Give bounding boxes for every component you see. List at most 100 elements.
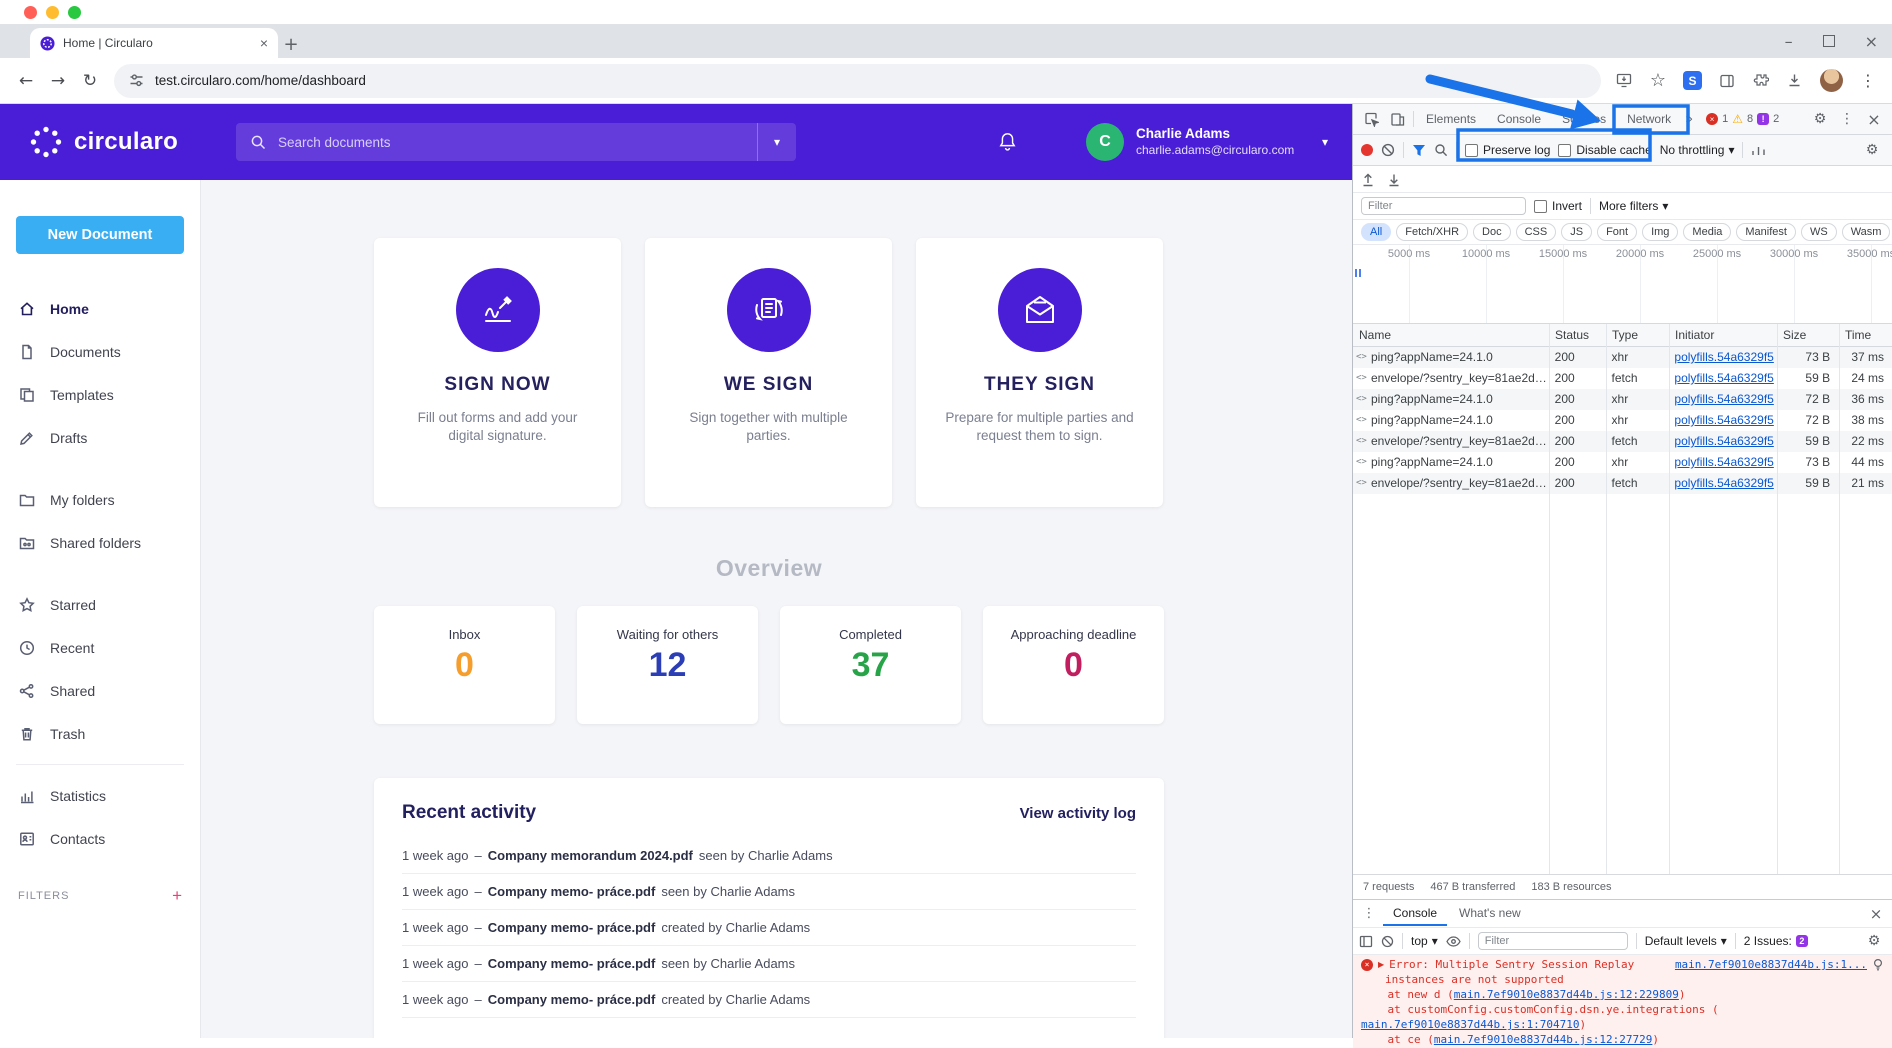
request-type-chip[interactable]: JS [1561,223,1592,241]
forward-icon[interactable]: → [42,71,74,91]
window-minimize-icon[interactable]: – [1785,32,1793,51]
sidebar-item-shared-folders[interactable]: Shared folders [0,521,200,564]
throttling-dropdown[interactable]: No throttling ▾ [1660,143,1735,157]
drawer-tab-console[interactable]: Console [1383,901,1447,926]
site-settings-icon[interactable] [128,72,145,89]
activity-row[interactable]: 1 week ago – Company memo- práce.pdf cre… [402,982,1136,1018]
error-source-link[interactable]: main.7ef9010e8837d44b.js:1... [1675,957,1867,972]
request-type-chip[interactable]: WS [1801,223,1837,241]
activity-row[interactable]: 1 week ago – Company memorandum 2024.pdf… [402,838,1136,874]
activity-row[interactable]: 1 week ago – Company memo- práce.pdf see… [402,874,1136,910]
preserve-log-checkbox-box[interactable] [1465,144,1478,157]
initiator-link[interactable]: polyfills.54a6329f5 [1674,476,1773,490]
sidebar-item-recent[interactable]: Recent [0,626,200,669]
devtools-settings-icon[interactable]: ⚙ [1808,107,1832,131]
network-overview-timeline[interactable]: 5000 ms10000 ms15000 ms20000 ms25000 ms3… [1353,245,1892,324]
sidebar-item-documents[interactable]: Documents [0,330,200,373]
more-tabs-icon[interactable]: » [1683,112,1695,127]
error-badge-icon[interactable]: × [1706,113,1718,125]
initiator-link[interactable]: polyfills.54a6329f5 [1674,350,1773,364]
disable-cache-checkbox[interactable]: Disable cache [1558,143,1651,157]
issues-counter[interactable]: 2 Issues: 2 [1744,934,1808,948]
initiator-link[interactable]: polyfills.54a6329f5 [1674,371,1773,385]
warning-badge-icon[interactable]: ⚠ [1732,112,1743,126]
devtools-tab-sources[interactable]: Sources [1553,104,1615,134]
column-type[interactable]: Type [1612,328,1638,342]
window-close-icon[interactable]: × [1865,32,1878,51]
stack-source-link[interactable]: main.7ef9010e8837d44b.js:12:27729 [1434,1033,1653,1046]
drawer-tab-whats-new[interactable]: What's new [1449,901,1531,926]
console-settings-icon[interactable]: ⚙ [1862,929,1886,953]
column-time[interactable]: Time [1845,328,1871,342]
network-settings-icon[interactable]: ⚙ [1860,138,1884,162]
initiator-link[interactable]: polyfills.54a6329f5 [1674,455,1773,469]
downloads-icon[interactable] [1786,72,1803,89]
network-search-icon[interactable] [1434,143,1448,157]
ai-hint-icon[interactable] [1872,958,1884,972]
request-type-chip[interactable]: Media [1683,223,1731,241]
stat-card[interactable]: Waiting for others 12 [577,606,758,724]
sidebar-item-templates[interactable]: Templates [0,373,200,416]
chip-all[interactable]: All [1361,223,1391,241]
request-type-chip[interactable]: Font [1597,223,1637,241]
tab-close-icon[interactable]: × [260,35,268,51]
console-filter-input[interactable] [1478,932,1628,950]
traffic-light-minimize[interactable] [46,6,59,19]
new-document-button[interactable]: New Document [16,216,184,254]
sign-now-card[interactable]: SIGN NOW Fill out forms and add your dig… [374,238,621,507]
install-icon[interactable] [1615,72,1633,89]
add-filter-icon[interactable]: + [172,886,182,906]
column-name[interactable]: Name [1359,328,1391,342]
extension-s-icon[interactable]: S [1683,71,1702,90]
stat-card[interactable]: Inbox 0 [374,606,555,724]
disable-cache-checkbox-box[interactable] [1558,144,1571,157]
bookmark-star-icon[interactable]: ☆ [1650,70,1666,91]
drawer-close-icon[interactable]: × [1864,902,1888,926]
preserve-log-checkbox[interactable]: Preserve log [1465,143,1550,157]
request-type-chip[interactable]: Wasm [1842,223,1891,241]
traffic-light-zoom[interactable] [68,6,81,19]
notifications-bell-icon[interactable] [996,130,1019,153]
stack-source-link[interactable]: main.7ef9010e8837d44b.js:1:704710 [1361,1018,1580,1031]
request-type-chip[interactable]: Manifest [1736,223,1796,241]
sidebar-item-statistics[interactable]: Statistics [0,774,200,817]
export-har-icon[interactable] [1387,172,1401,187]
invert-filter-checkbox[interactable]: Invert [1534,199,1582,213]
new-tab-button[interactable]: + [278,31,304,57]
devtools-tab-network[interactable]: Network [1618,104,1680,134]
import-har-icon[interactable] [1361,172,1375,187]
console-error-message[interactable]: × ▶ Error: Multiple Sentry Session Repla… [1353,955,1892,1048]
sidebar-item-my-folders[interactable]: My folders [0,478,200,521]
record-network-log-icon[interactable] [1361,144,1373,156]
window-maximize-icon[interactable] [1823,35,1835,47]
sidebar-item-drafts[interactable]: Drafts [0,416,200,459]
sidebar-item-home[interactable]: Home [0,287,200,330]
column-status[interactable]: Status [1555,328,1589,342]
side-panel-icon[interactable] [1719,73,1735,89]
request-type-chip[interactable]: CSS [1516,223,1557,241]
stack-source-link[interactable]: main.7ef9010e8837d44b.js:12:229809 [1454,988,1679,1001]
request-type-chip[interactable]: Fetch/XHR [1396,223,1468,241]
activity-row[interactable]: 1 week ago – Company memo- práce.pdf see… [402,946,1136,982]
clear-network-log-icon[interactable] [1381,143,1395,157]
network-request-row[interactable]: <>envelope/?sentry_key=81ae2dd... 200 fe… [1353,368,1892,389]
invert-checkbox-box[interactable] [1534,200,1547,213]
browser-menu-icon[interactable]: ⋮ [1860,71,1876,90]
inspect-element-icon[interactable] [1359,107,1383,131]
clear-console-icon[interactable] [1381,935,1394,948]
issues-badge-icon[interactable]: ! [1757,113,1769,125]
sidebar-item-starred[interactable]: Starred [0,583,200,626]
back-icon[interactable]: ← [10,71,42,91]
extensions-puzzle-icon[interactable] [1752,72,1769,89]
they-sign-card[interactable]: THEY SIGN Prepare for multiple parties a… [916,238,1163,507]
stat-card[interactable]: Completed 37 [780,606,961,724]
request-type-chip[interactable]: Doc [1473,223,1511,241]
network-request-row[interactable]: <>ping?appName=24.1.0 200 xhr polyfills.… [1353,410,1892,431]
sidebar-item-contacts[interactable]: Contacts [0,817,200,860]
address-bar[interactable]: test.circularo.com/home/dashboard [114,64,1601,98]
initiator-link[interactable]: polyfills.54a6329f5 [1674,434,1773,448]
devtools-menu-icon[interactable]: ⋮ [1835,107,1859,131]
sidebar-item-shared[interactable]: Shared [0,669,200,712]
we-sign-card[interactable]: WE SIGN Sign together with multiple part… [645,238,892,507]
network-filter-input[interactable] [1361,197,1526,215]
